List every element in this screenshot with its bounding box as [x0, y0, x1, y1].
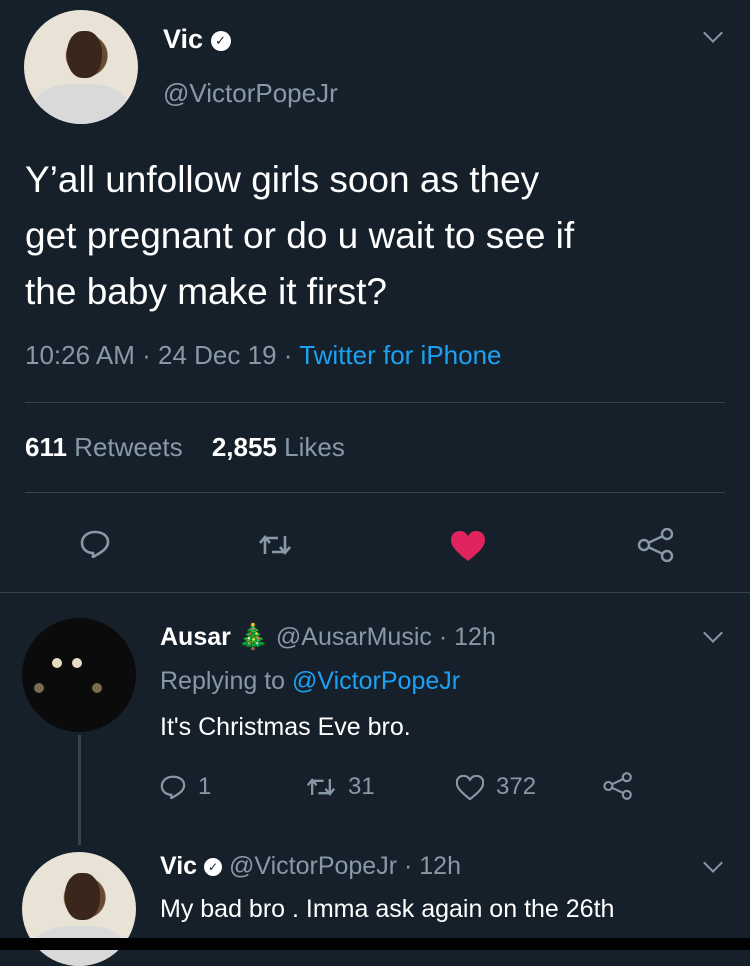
reply-author-name[interactable]: Vic — [160, 852, 197, 880]
reply-action-like[interactable]: 372 — [456, 773, 536, 801]
verified-badge-icon: ✓ — [210, 30, 231, 51]
author-name: Vic — [163, 24, 204, 54]
reply-action-retweet[interactable]: 31 — [306, 773, 375, 801]
meta-separator: · — [142, 340, 151, 370]
like-label: Likes — [284, 432, 345, 462]
avatar-head — [67, 30, 102, 79]
tweet-date[interactable]: 24 Dec 19 — [158, 340, 277, 370]
replying-to-handle[interactable]: @VictorPopeJr — [292, 667, 460, 695]
christmas-tree-icon: 🎄 — [237, 623, 269, 651]
retweet-count: 31 — [348, 773, 375, 800]
verified-badge-icon: ✓ — [204, 858, 223, 877]
thread-line — [78, 735, 81, 845]
chevron-down-icon[interactable] — [703, 853, 723, 873]
heart-icon[interactable] — [450, 530, 486, 562]
replying-to-line: Replying to @VictorPopeJr — [160, 667, 460, 696]
reply-time[interactable]: 12h — [419, 852, 461, 880]
author-handle[interactable]: @VictorPopeJr — [163, 78, 338, 109]
retweet-stat[interactable]: 611 Retweets — [25, 432, 190, 462]
heart-icon — [456, 774, 484, 800]
reply-text: It's Christmas Eve bro. — [160, 713, 411, 741]
tweet-time[interactable]: 10:26 AM — [25, 340, 135, 370]
author-name-row[interactable]: Vic ✓ — [163, 24, 231, 55]
tweet-meta: 10:26 AM · 24 Dec 19 · Twitter for iPhon… — [25, 340, 502, 371]
like-count: 2,855 — [211, 432, 277, 462]
replying-prefix: Replying to — [160, 667, 286, 695]
meta-separator: · — [283, 340, 293, 370]
reply-text: My bad bro . Imma ask again on the 26th — [160, 895, 615, 923]
reply-handle[interactable]: @AusarMusic — [276, 623, 432, 651]
share-icon[interactable] — [636, 528, 676, 562]
reply-handle[interactable]: @VictorPopeJr — [229, 852, 397, 880]
divider — [0, 592, 750, 593]
divider — [25, 402, 725, 403]
like-count: 372 — [496, 773, 537, 800]
chevron-down-icon[interactable] — [703, 23, 723, 43]
reply-icon[interactable] — [80, 530, 110, 558]
tweet-text-line: Y’all unfollow girls soon as they — [25, 159, 540, 200]
like-stat[interactable]: 2,855 Likes — [212, 432, 345, 462]
reply-time[interactable]: 12h — [454, 623, 496, 651]
author-avatar[interactable] — [24, 10, 138, 124]
retweet-count: 611 — [25, 432, 67, 462]
reply-icon — [160, 775, 186, 799]
tweet-text-line: the baby make it first? — [25, 271, 387, 312]
reply-author-name[interactable]: Ausar — [160, 623, 231, 651]
avatar-lights — [52, 658, 62, 668]
tweet-source[interactable]: Twitter for iPhone — [299, 340, 501, 370]
divider — [25, 492, 725, 493]
avatar-head — [65, 872, 100, 921]
retweet-icon[interactable] — [258, 532, 292, 558]
meta-separator: · — [403, 852, 413, 880]
reply-count: 1 — [198, 773, 212, 800]
tweet-text-line: get pregnant or do u wait to see if — [25, 215, 575, 256]
reply-header: Ausar 🎄 @AusarMusic · 12h — [160, 623, 496, 652]
reply-header: Vic ✓ @VictorPopeJr · 12h — [160, 852, 461, 881]
meta-separator: · — [438, 623, 448, 651]
tweet-stats: 611 Retweets 2,855 Likes — [25, 432, 345, 463]
tweet-text: Y’all unfollow girls soon as they get pr… — [25, 152, 574, 320]
retweet-label: Retweets — [74, 432, 183, 462]
bottom-bar — [0, 938, 750, 950]
share-icon[interactable] — [602, 772, 634, 805]
retweet-icon — [306, 778, 336, 796]
chevron-down-icon[interactable] — [703, 623, 723, 643]
reply-action-reply[interactable]: 1 — [160, 773, 211, 801]
reply-avatar[interactable] — [22, 618, 136, 732]
avatar-shirt — [35, 84, 127, 124]
